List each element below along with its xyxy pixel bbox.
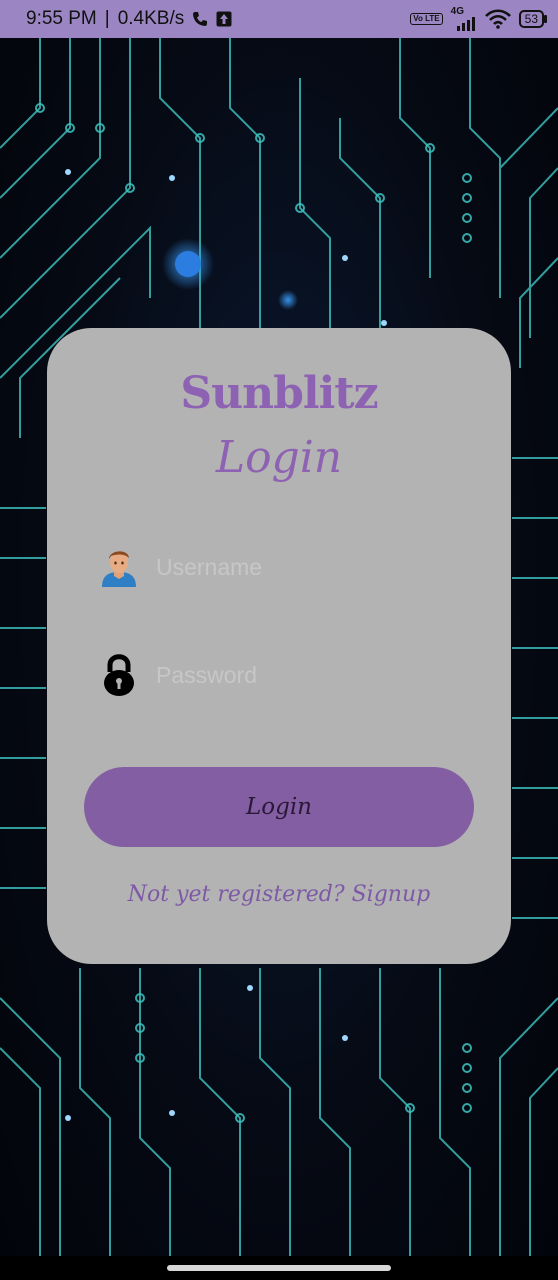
wifi-icon	[484, 9, 511, 29]
username-row	[96, 537, 476, 597]
network-type: 4G	[450, 6, 464, 17]
battery-level: 53	[524, 12, 538, 26]
home-indicator[interactable]	[167, 1265, 391, 1271]
network-speed: 0.4KB/s	[117, 8, 185, 29]
login-heading: Login	[215, 432, 343, 483]
status-bar: 9:55 PM | 0.4KB/s Vo LTE 4G 53	[0, 0, 558, 38]
brand-title: Sunblitz	[180, 368, 378, 419]
volte-badge: Vo LTE	[410, 13, 443, 25]
status-separator: |	[104, 8, 110, 29]
signup-link[interactable]: Not yet registered? Signup	[0, 882, 558, 907]
login-screen: 9:55 PM | 0.4KB/s Vo LTE 4G 53 Sunblitz …	[0, 0, 558, 1280]
signal-icon: 4G	[451, 7, 477, 31]
status-time: 9:55 PM	[26, 8, 97, 29]
status-left: 9:55 PM | 0.4KB/s	[26, 8, 232, 30]
password-row	[96, 645, 476, 705]
username-input[interactable]	[154, 544, 476, 590]
phone-icon	[192, 11, 208, 27]
upload-arrow-icon	[216, 11, 232, 27]
lock-icon	[96, 652, 142, 698]
user-avatar-icon	[96, 544, 142, 590]
login-button[interactable]: Login	[84, 767, 474, 847]
battery-icon: 53	[518, 10, 548, 28]
password-input[interactable]	[154, 652, 476, 698]
status-right: Vo LTE 4G 53	[410, 7, 548, 31]
